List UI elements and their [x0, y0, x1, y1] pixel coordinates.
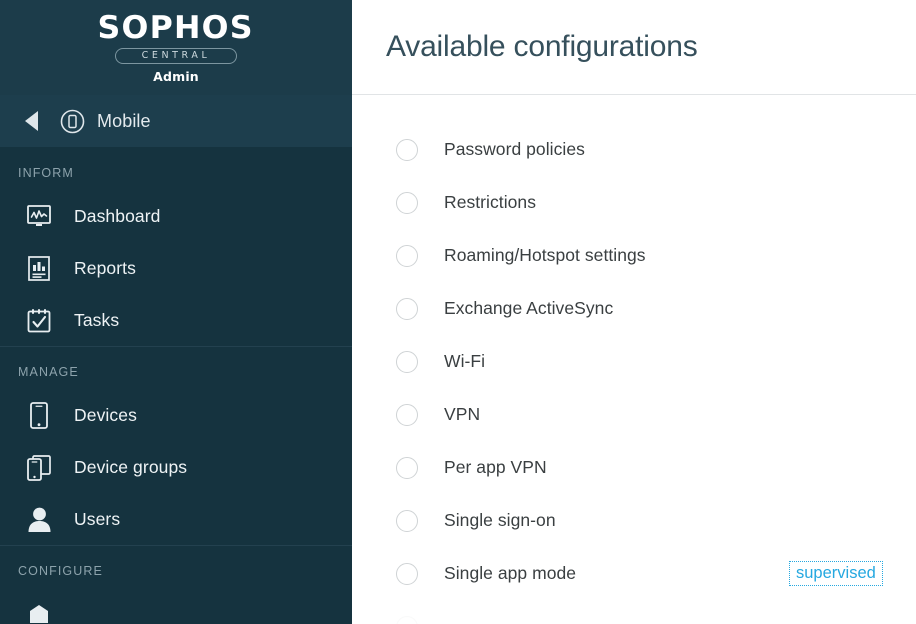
config-label: Single sign-on — [444, 510, 556, 530]
config-row-content: Single app mode supervised — [444, 560, 916, 587]
brand-central-label: CENTRAL — [114, 47, 238, 65]
radio-button[interactable] — [396, 509, 418, 532]
sidebar-item-devices[interactable]: Devices — [0, 389, 352, 441]
sidebar-item-label: Device groups — [74, 456, 188, 477]
config-label: Roaming/Hotspot settings — [444, 245, 646, 265]
config-row-content: Per app VPN — [444, 457, 916, 478]
sidebar-item-tasks[interactable]: Tasks — [0, 294, 352, 346]
config-row-single-sign-on[interactable]: Single sign-on — [352, 494, 916, 547]
radio-button[interactable] — [396, 244, 418, 267]
sidebar-item-device-groups[interactable]: Device groups — [0, 441, 352, 493]
available-configurations-list: Password policies Restrictions Roaming/H… — [352, 95, 916, 624]
report-document-chart-icon — [24, 255, 54, 281]
radio-button[interactable] — [396, 138, 418, 161]
config-row-single-app-mode[interactable]: Single app mode supervised — [352, 547, 916, 600]
product-selector-bar[interactable]: Mobile — [0, 95, 352, 147]
radio-button[interactable] — [396, 562, 418, 585]
radio-button[interactable] — [396, 615, 418, 624]
config-row-content: VPN — [444, 404, 916, 425]
config-label: Per app VPN — [444, 457, 547, 477]
config-label: Single app mode — [444, 563, 577, 583]
page-header: Available configurations — [352, 0, 916, 95]
back-triangle-icon[interactable] — [25, 111, 38, 131]
config-row-restrictions[interactable]: Restrictions — [352, 176, 916, 229]
config-row-content: Password policies — [444, 139, 916, 160]
radio-button[interactable] — [396, 191, 418, 214]
sidebar-item-dashboard[interactable]: Dashboard — [0, 190, 352, 242]
sidebar-item-label: Users — [74, 508, 121, 529]
application-window: SOPHOS CENTRAL Admin Mobile INFORM Dashb… — [0, 0, 916, 624]
radio-button[interactable] — [396, 350, 418, 373]
radio-button[interactable] — [396, 456, 418, 479]
sidebar: SOPHOS CENTRAL Admin Mobile INFORM Dashb… — [0, 0, 352, 624]
sidebar-section-configure: CONFIGURE — [0, 545, 352, 624]
config-row-content: Wi-Fi — [444, 351, 916, 372]
status-badge-supervised: supervised — [789, 560, 883, 587]
config-row-per-app-vpn[interactable]: Per app VPN — [352, 441, 916, 494]
config-label: VPN — [444, 404, 481, 424]
config-row-partial[interactable] — [352, 600, 916, 624]
config-label: Exchange ActiveSync — [444, 298, 614, 318]
config-row-password-policies[interactable]: Password policies — [352, 123, 916, 176]
device-group-icon — [24, 454, 54, 481]
config-row-content: Restrictions — [444, 192, 916, 213]
radio-button[interactable] — [396, 403, 418, 426]
dashboard-monitor-icon — [24, 205, 54, 227]
sidebar-section-manage: MANAGE Devices Device groups Users — [0, 346, 352, 545]
user-person-icon — [24, 506, 54, 532]
config-row-exchange-activesync[interactable]: Exchange ActiveSync — [352, 282, 916, 335]
sidebar-section-inform: INFORM Dashboard Reports Tasks — [0, 147, 352, 346]
brand-logo[interactable]: SOPHOS CENTRAL Admin — [0, 0, 352, 95]
config-row-wi-fi[interactable]: Wi-Fi — [352, 335, 916, 388]
main-content: Available configurations Password polici… — [352, 0, 916, 624]
config-label: Wi-Fi — [444, 351, 486, 371]
badge-slot: supervised — [789, 560, 883, 587]
config-row-content: Roaming/Hotspot settings — [444, 245, 916, 266]
brand-wordmark: SOPHOS — [97, 9, 255, 46]
mobile-device-circle-icon — [60, 109, 85, 134]
sidebar-item-configure-first[interactable] — [0, 588, 352, 624]
config-label: Password policies — [444, 139, 585, 159]
configure-partial-icon — [24, 602, 54, 624]
config-row-vpn[interactable]: VPN — [352, 388, 916, 441]
config-row-content: Exchange ActiveSync — [444, 298, 916, 319]
page-title: Available configurations — [386, 30, 698, 63]
sidebar-item-label: Tasks — [74, 309, 120, 330]
config-row-roaming-hotspot-settings[interactable]: Roaming/Hotspot settings — [352, 229, 916, 282]
sidebar-item-label: Reports — [74, 257, 136, 278]
sidebar-item-label: Devices — [74, 404, 137, 425]
sidebar-item-users[interactable]: Users — [0, 493, 352, 545]
calendar-check-icon — [24, 308, 54, 333]
sidebar-section-title-inform: INFORM — [18, 166, 74, 180]
config-row-content: Single sign-on — [444, 510, 916, 531]
product-name-label: Mobile — [97, 110, 151, 131]
sidebar-item-reports[interactable]: Reports — [0, 242, 352, 294]
sidebar-section-title-manage: MANAGE — [18, 365, 79, 379]
config-label: Restrictions — [444, 192, 537, 212]
radio-button[interactable] — [396, 297, 418, 320]
sidebar-section-title-configure: CONFIGURE — [18, 564, 103, 578]
brand-admin-label: Admin — [153, 69, 199, 85]
sidebar-item-label: Dashboard — [74, 205, 161, 226]
phone-icon — [24, 401, 54, 429]
